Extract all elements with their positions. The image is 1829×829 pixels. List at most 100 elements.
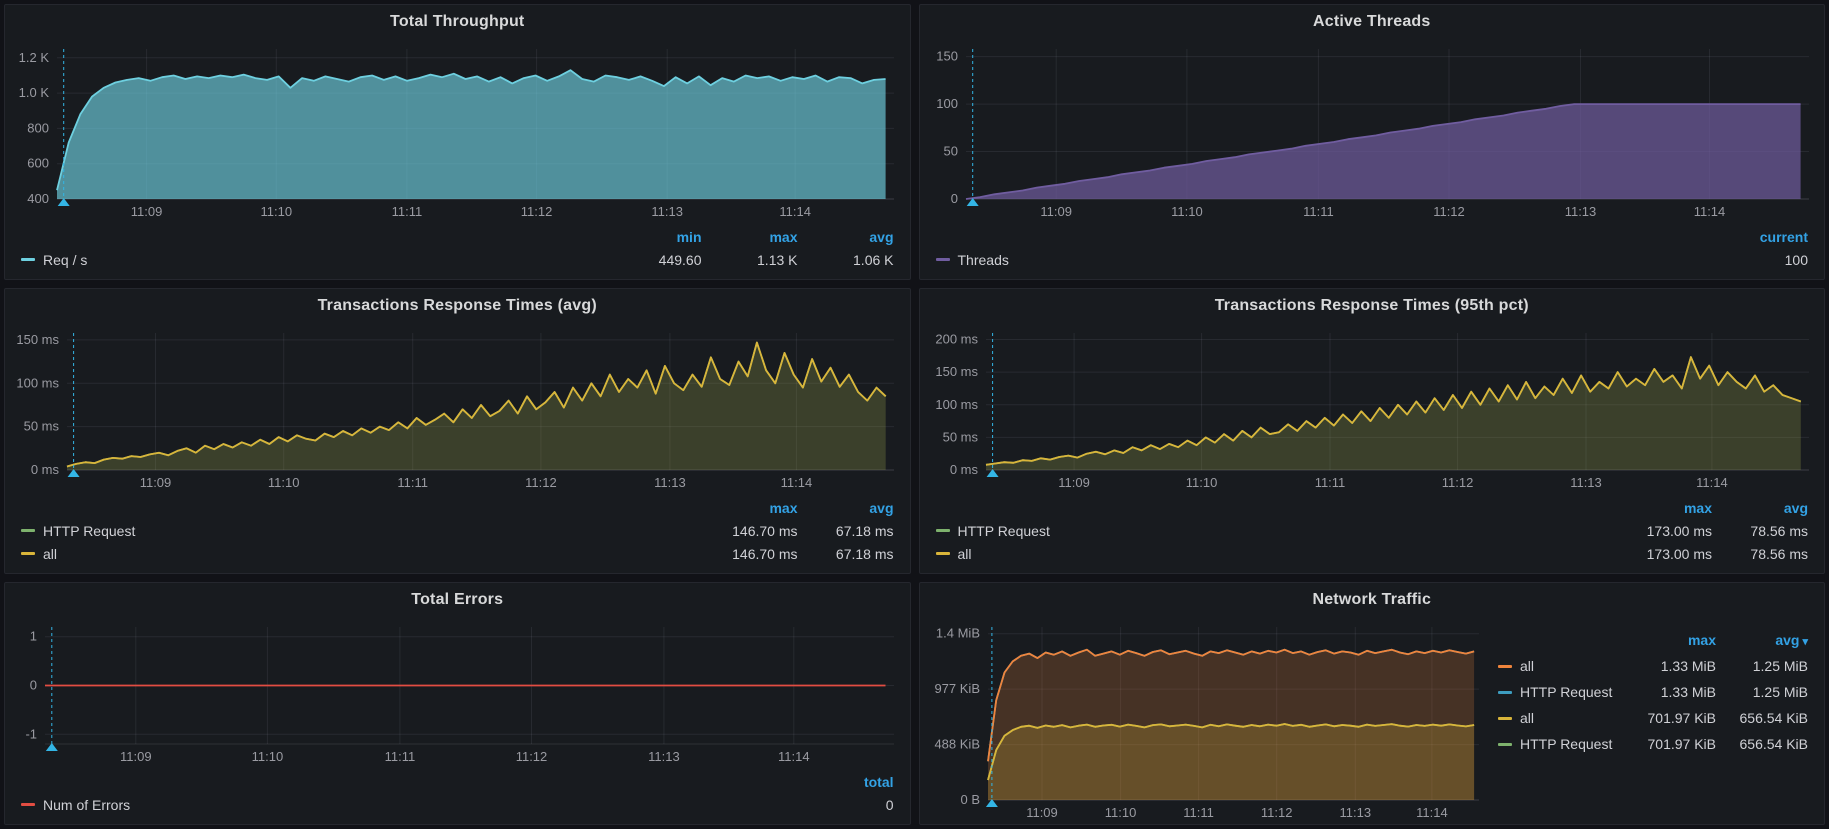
series-name[interactable]: HTTP Request (43, 523, 135, 539)
y-tick-label: 0 ms (31, 462, 60, 477)
x-tick-label: 11:10 (1104, 805, 1136, 820)
series-area (988, 724, 1474, 800)
y-tick-label: 0 (30, 678, 37, 693)
y-tick-label: 0 ms (949, 462, 978, 477)
legend-value-avg: 1.25 MiB (1716, 658, 1808, 674)
legend-value-min: 449.60 (606, 252, 702, 268)
legend-col-avg[interactable]: avg (798, 500, 894, 516)
series-swatch-icon (1498, 665, 1512, 668)
y-tick-label: 200 ms (935, 332, 978, 347)
panel-title: Total Errors (411, 591, 503, 609)
y-tick-label: 0 (950, 191, 957, 206)
legend-col-current[interactable]: current (1712, 229, 1808, 245)
legend-col-avg[interactable]: avg (1712, 500, 1808, 516)
panel-response-times-95pct: Transactions Response Times (95th pct) 0… (919, 288, 1826, 574)
panel-title: Transactions Response Times (avg) (318, 297, 597, 315)
series-swatch-icon (936, 258, 950, 261)
legend-col-max[interactable]: max (1616, 500, 1712, 516)
legend-row: HTTP Request 701.97 KiB 656.54 KiB (1498, 731, 1808, 757)
series-name[interactable]: HTTP Request (1520, 736, 1612, 752)
x-tick-label: 11:14 (1696, 475, 1728, 490)
panel-header[interactable]: Transactions Response Times (avg) (5, 289, 910, 323)
x-tick-label: 11:10 (252, 749, 284, 764)
series-area (57, 70, 886, 199)
legend-value-avg: 1.25 MiB (1716, 684, 1808, 700)
panel-header[interactable]: Transactions Response Times (95th pct) (920, 289, 1825, 323)
x-tick-label: 11:10 (261, 204, 293, 219)
chart-canvas[interactable]: -10111:0911:1011:1111:1211:1311:14 (11, 617, 900, 768)
legend-value-current: 100 (1712, 252, 1808, 268)
threads-chart[interactable]: 05010015011:0911:1011:1111:1211:1311:14 (926, 39, 1815, 223)
legend-row: Threads 100 (936, 248, 1809, 271)
network-traffic-chart[interactable]: 0 B488 KiB977 KiB1.4 MiB11:0911:1011:111… (926, 617, 1485, 824)
x-tick-label: 11:12 (525, 475, 557, 490)
panel-total-errors: Total Errors -10111:0911:1011:1111:1211:… (4, 582, 911, 825)
panel-header[interactable]: Active Threads (920, 5, 1825, 39)
legend-col-max[interactable]: max (702, 229, 798, 245)
chart-canvas[interactable]: 0 B488 KiB977 KiB1.4 MiB11:0911:1011:111… (926, 617, 1485, 824)
series-swatch-icon (936, 552, 950, 555)
x-tick-label: 11:14 (781, 475, 813, 490)
x-tick-label: 11:09 (1058, 475, 1090, 490)
series-name[interactable]: Num of Errors (43, 797, 130, 813)
x-tick-label: 11:12 (516, 749, 548, 764)
chart-canvas[interactable]: 0 ms50 ms100 ms150 ms200 ms11:0911:1011:… (926, 323, 1815, 494)
legend-row: Req / s 449.60 1.13 K 1.06 K (21, 248, 894, 271)
x-tick-label: 11:13 (654, 475, 686, 490)
series-name[interactable]: all (43, 546, 57, 562)
throughput-chart[interactable]: 4006008001.0 K1.2 K11:0911:1011:1111:121… (11, 39, 900, 223)
legend-table: max avg HTTP Request 173.00 ms 78.56 ms … (920, 494, 1825, 573)
x-tick-label: 11:10 (1171, 204, 1203, 219)
sort-desc-icon: ▾ (1802, 636, 1808, 648)
x-tick-label: 11:12 (1260, 805, 1292, 820)
series-name[interactable]: Threads (958, 252, 1009, 268)
legend-col-avg[interactable]: avg (798, 229, 894, 245)
x-tick-label: 11:11 (397, 475, 428, 490)
series-swatch-icon (1498, 691, 1512, 694)
panel-header[interactable]: Total Errors (5, 583, 910, 617)
x-tick-label: 11:12 (1433, 204, 1465, 219)
x-tick-label: 11:11 (392, 204, 423, 219)
series-name[interactable]: all (958, 546, 972, 562)
x-tick-label: 11:11 (1303, 204, 1334, 219)
legend-value-total: 0 (798, 797, 894, 813)
legend-col-min[interactable]: min (606, 229, 702, 245)
series-name[interactable]: all (1520, 710, 1534, 726)
legend-row: all 173.00 ms 78.56 ms (936, 542, 1809, 565)
y-tick-label: 100 ms (935, 397, 978, 412)
y-tick-label: 50 ms (24, 419, 60, 434)
x-tick-label: 11:13 (648, 749, 680, 764)
series-name[interactable]: all (1520, 658, 1534, 674)
legend-header-row: max avg▾ (1498, 627, 1808, 653)
legend-table: max avg▾ all 1.33 MiB 1.25 MiB (1494, 617, 1824, 824)
legend-header-row: max avg (936, 496, 1809, 519)
legend-col-total[interactable]: total (798, 774, 894, 790)
chart-canvas[interactable]: 0 ms50 ms100 ms150 ms11:0911:1011:1111:1… (11, 323, 900, 494)
legend-header-row: max avg (21, 496, 894, 519)
legend-col-max[interactable]: max (702, 500, 798, 516)
panel-header[interactable]: Network Traffic (920, 583, 1825, 617)
x-tick-label: 11:11 (385, 749, 416, 764)
legend-value-avg: 78.56 ms (1712, 546, 1808, 562)
series-name[interactable]: HTTP Request (958, 523, 1050, 539)
errors-chart[interactable]: -10111:0911:1011:1111:1211:1311:14 (11, 617, 900, 768)
legend-table: current Threads 100 (920, 223, 1825, 279)
y-tick-label: 150 ms (935, 364, 978, 379)
response-times-95pct-chart[interactable]: 0 ms50 ms100 ms150 ms200 ms11:0911:1011:… (926, 323, 1815, 494)
x-tick-label: 11:14 (778, 749, 810, 764)
legend-value-avg: 1.06 K (798, 252, 894, 268)
series-name[interactable]: HTTP Request (1520, 684, 1612, 700)
chart-canvas[interactable]: 4006008001.0 K1.2 K11:0911:1011:1111:121… (11, 39, 900, 223)
legend-col-avg[interactable]: avg▾ (1716, 632, 1808, 648)
y-tick-label: 800 (27, 120, 49, 135)
legend-col-max[interactable]: max (1624, 632, 1716, 648)
panel-header[interactable]: Total Throughput (5, 5, 910, 39)
x-tick-label: 11:13 (1564, 204, 1596, 219)
chart-canvas[interactable]: 05010015011:0911:1011:1111:1211:1311:14 (926, 39, 1815, 223)
y-tick-label: 0 B (960, 792, 980, 807)
x-tick-label: 11:14 (1693, 204, 1725, 219)
series-name[interactable]: Req / s (43, 252, 87, 268)
legend-row: HTTP Request 146.70 ms 67.18 ms (21, 519, 894, 542)
legend-row: all 1.33 MiB 1.25 MiB (1498, 653, 1808, 679)
response-times-avg-chart[interactable]: 0 ms50 ms100 ms150 ms11:0911:1011:1111:1… (11, 323, 900, 494)
